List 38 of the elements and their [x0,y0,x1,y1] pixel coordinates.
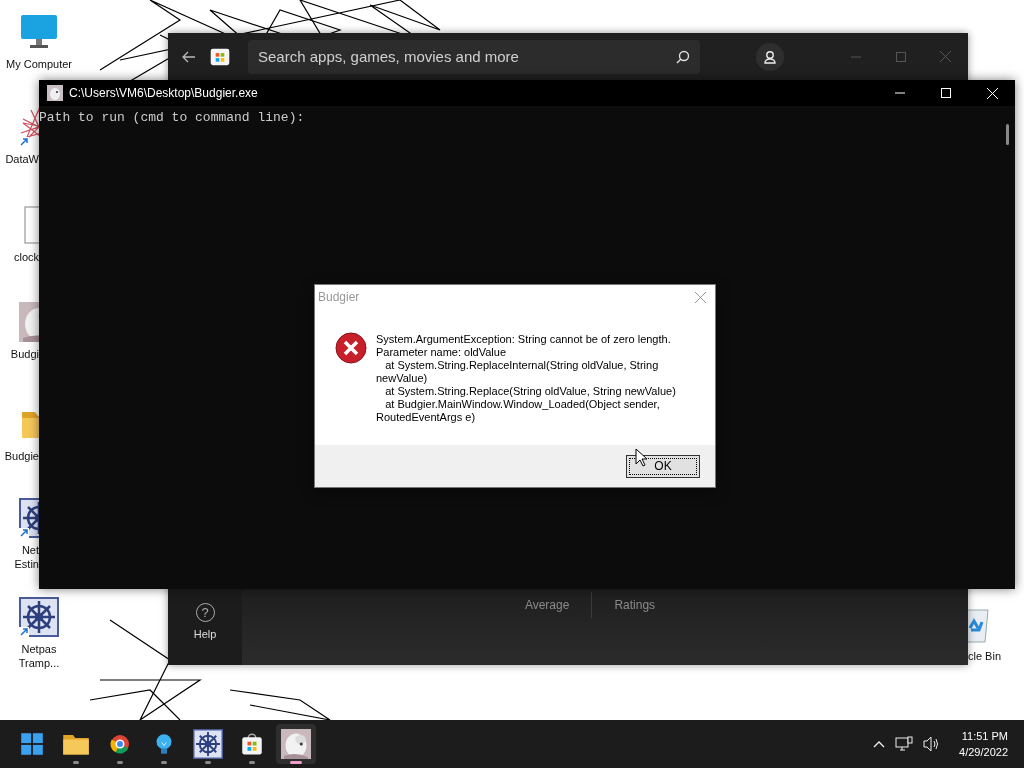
desktop-icon-label[interactable]: clock [13,250,39,264]
dialog-title: Budgier [318,290,360,304]
person-icon [763,49,777,64]
running-indicator [205,761,211,764]
date: 4/29/2022 [959,745,1008,760]
desktop-icon-label[interactable]: Budgie [4,449,39,463]
running-indicator [249,761,255,764]
helm-icon [19,597,59,637]
help-nav-item[interactable]: ? Help [193,603,217,640]
desktop-icon-label[interactable]: DataW [5,152,39,166]
running-indicator [73,761,79,764]
running-indicator [161,761,167,764]
console-output: Path to run (cmd to command line): [39,110,305,125]
search-icon[interactable] [676,49,690,64]
chevron-up-icon[interactable] [873,740,886,748]
running-indicator [117,761,123,764]
tab[interactable]: Average [502,592,592,618]
ok-button[interactable]: OK [626,454,700,478]
desktop-icon-label[interactable]: Netpas Tramp... [9,642,69,670]
account-button[interactable] [756,42,784,71]
network-icon[interactable] [895,736,914,752]
desktop-icon-label[interactable]: Budgi [10,347,39,361]
window-title: C:\Users\VM6\Desktop\Budgier.exe [69,86,258,100]
store-icon [210,46,230,67]
error-icon [335,332,367,364]
cursor-icon [635,448,647,467]
desktop-icon-label[interactable]: Net Estin [1,543,39,571]
clock[interactable]: 11:51 PM 4/29/2022 [959,728,1008,760]
error-message: System.ArgumentException: String cannot be of zero length. Parameter name: oldValue at System.String.ReplaceInternal(String oldValue, String newValue) at System.String.Replace(String oldValue, String newValue) at Budgier.MainWindow.Window_Loaded(Object sender, RoutedEventArgs e) [376,333,677,425]
time: 11:51 PM [961,729,1008,744]
desktop-icon-label[interactable]: My Computer [6,57,72,71]
running-indicator [290,761,302,764]
desktop-icon-label[interactable]: cle Bin [968,649,1002,663]
helm-icon [193,729,223,759]
search-field[interactable]: Search apps, games, movies and more [248,39,700,74]
taskbar-button[interactable] [276,724,316,764]
tab[interactable]: Ratings [591,592,678,618]
back-arrow-icon[interactable] [182,50,196,63]
